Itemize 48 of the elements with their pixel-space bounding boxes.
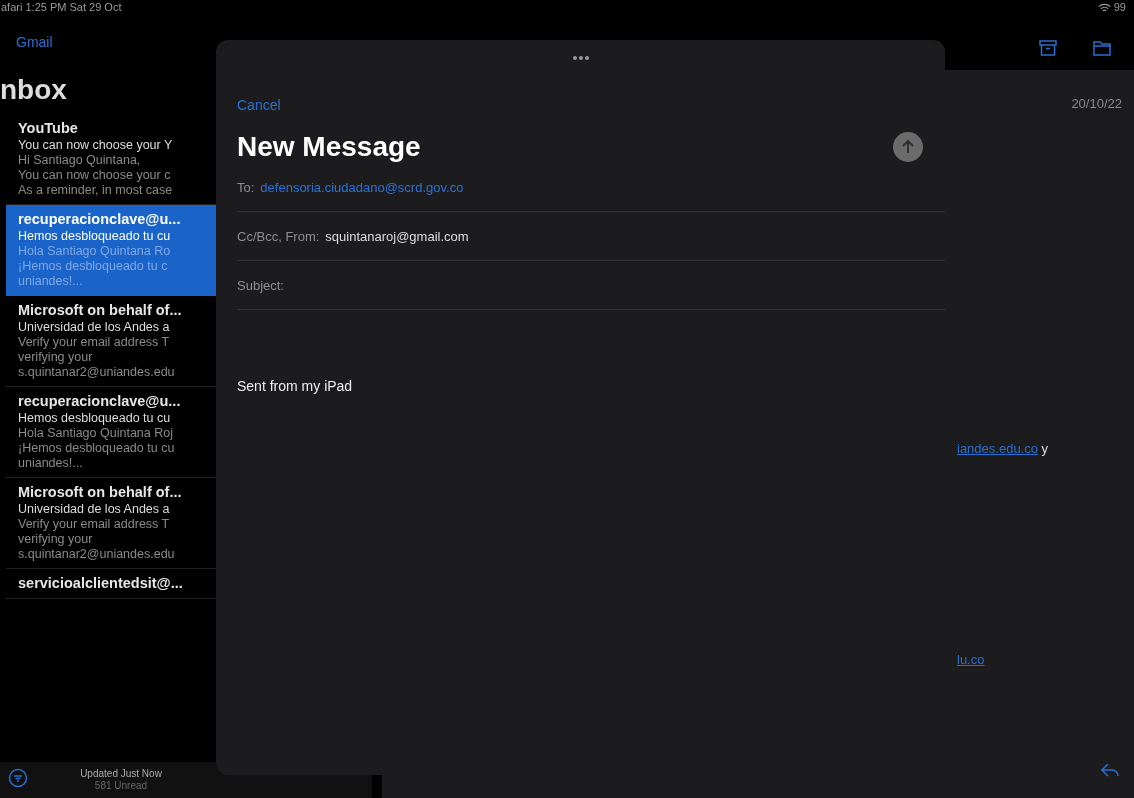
message-sender: Microsoft on behalf of... xyxy=(18,484,183,500)
back-link[interactable]: Gmail xyxy=(16,34,53,50)
folder-icon xyxy=(1092,38,1112,58)
grabber-dots-icon xyxy=(572,55,589,61)
message-sender: Microsoft on behalf of... xyxy=(18,302,183,318)
message-preview: s.quintanar2@uniandes.edu xyxy=(18,365,176,379)
status-bar-time: afari 1:25 PM Sat 29 Oct xyxy=(1,0,122,14)
update-status: Updated Just Now xyxy=(79,768,163,780)
message-subject: Universidad de los Andes a xyxy=(18,502,171,516)
mailbox-title: nbox xyxy=(0,74,67,106)
wifi-icon xyxy=(1097,1,1111,13)
message-preview: As a reminder, in most case xyxy=(18,183,174,197)
message-preview: Hola Santiago Quintana Ro xyxy=(18,244,172,258)
message-preview: Hola Santiago Quintana Roj xyxy=(18,426,174,440)
message-preview: s.quintanar2@uniandes.edu xyxy=(18,547,176,561)
field-label: Subject: xyxy=(237,277,284,293)
message-preview: Verify your email address T xyxy=(18,335,171,349)
compose-field[interactable]: To: defensoria.ciudadano@scrd.gov.co xyxy=(237,163,945,212)
message-subject: Hemos desbloqueado tu cu xyxy=(18,229,172,243)
up-arrow-icon xyxy=(900,139,916,155)
message-preview: ¡Hemos desbloqueado tu c xyxy=(18,259,169,273)
message-subject: Hemos desbloqueado tu cu xyxy=(18,411,172,425)
email-link[interactable]: iandes.edu.co xyxy=(957,441,1038,456)
message-sender: recuperacionclave@u... xyxy=(18,393,182,409)
field-label: Cc/Bcc, From: xyxy=(237,228,320,244)
message-sender: recuperacionclave@u... xyxy=(18,211,182,227)
message-preview: uniandes!... xyxy=(18,456,84,470)
battery-level: 99 xyxy=(1113,0,1126,14)
message-sender: YouTube xyxy=(18,120,79,136)
message-text: y xyxy=(1040,441,1049,456)
field-label: To: xyxy=(237,179,255,195)
unread-count: 581 Unread xyxy=(93,780,149,792)
message-preview: verifying your xyxy=(18,532,94,546)
compose-field[interactable]: Subject: xyxy=(237,261,945,310)
filter-icon xyxy=(8,768,28,788)
message-sender: servicioalclientedsit@... xyxy=(18,575,184,591)
message-preview: You can now choose your c xyxy=(18,168,172,182)
message-date: 20/10/22 xyxy=(1071,96,1122,111)
send-button[interactable] xyxy=(893,132,923,162)
archive-box-icon xyxy=(1038,38,1058,58)
message-preview: uniandes!... xyxy=(18,274,84,288)
message-preview: Verify your email address T xyxy=(18,517,171,531)
message-preview: ¡Hemos desbloqueado tu cu xyxy=(18,441,176,455)
compose-field[interactable]: Cc/Bcc, From: squintanaroj@gmail.com xyxy=(237,212,945,261)
message-subject: You can now choose your Y xyxy=(18,138,174,152)
message-preview: Hi Santiago Quintana, xyxy=(18,153,142,167)
message-preview: verifying your xyxy=(18,350,94,364)
message-subject: Universidad de los Andes a xyxy=(18,320,171,334)
